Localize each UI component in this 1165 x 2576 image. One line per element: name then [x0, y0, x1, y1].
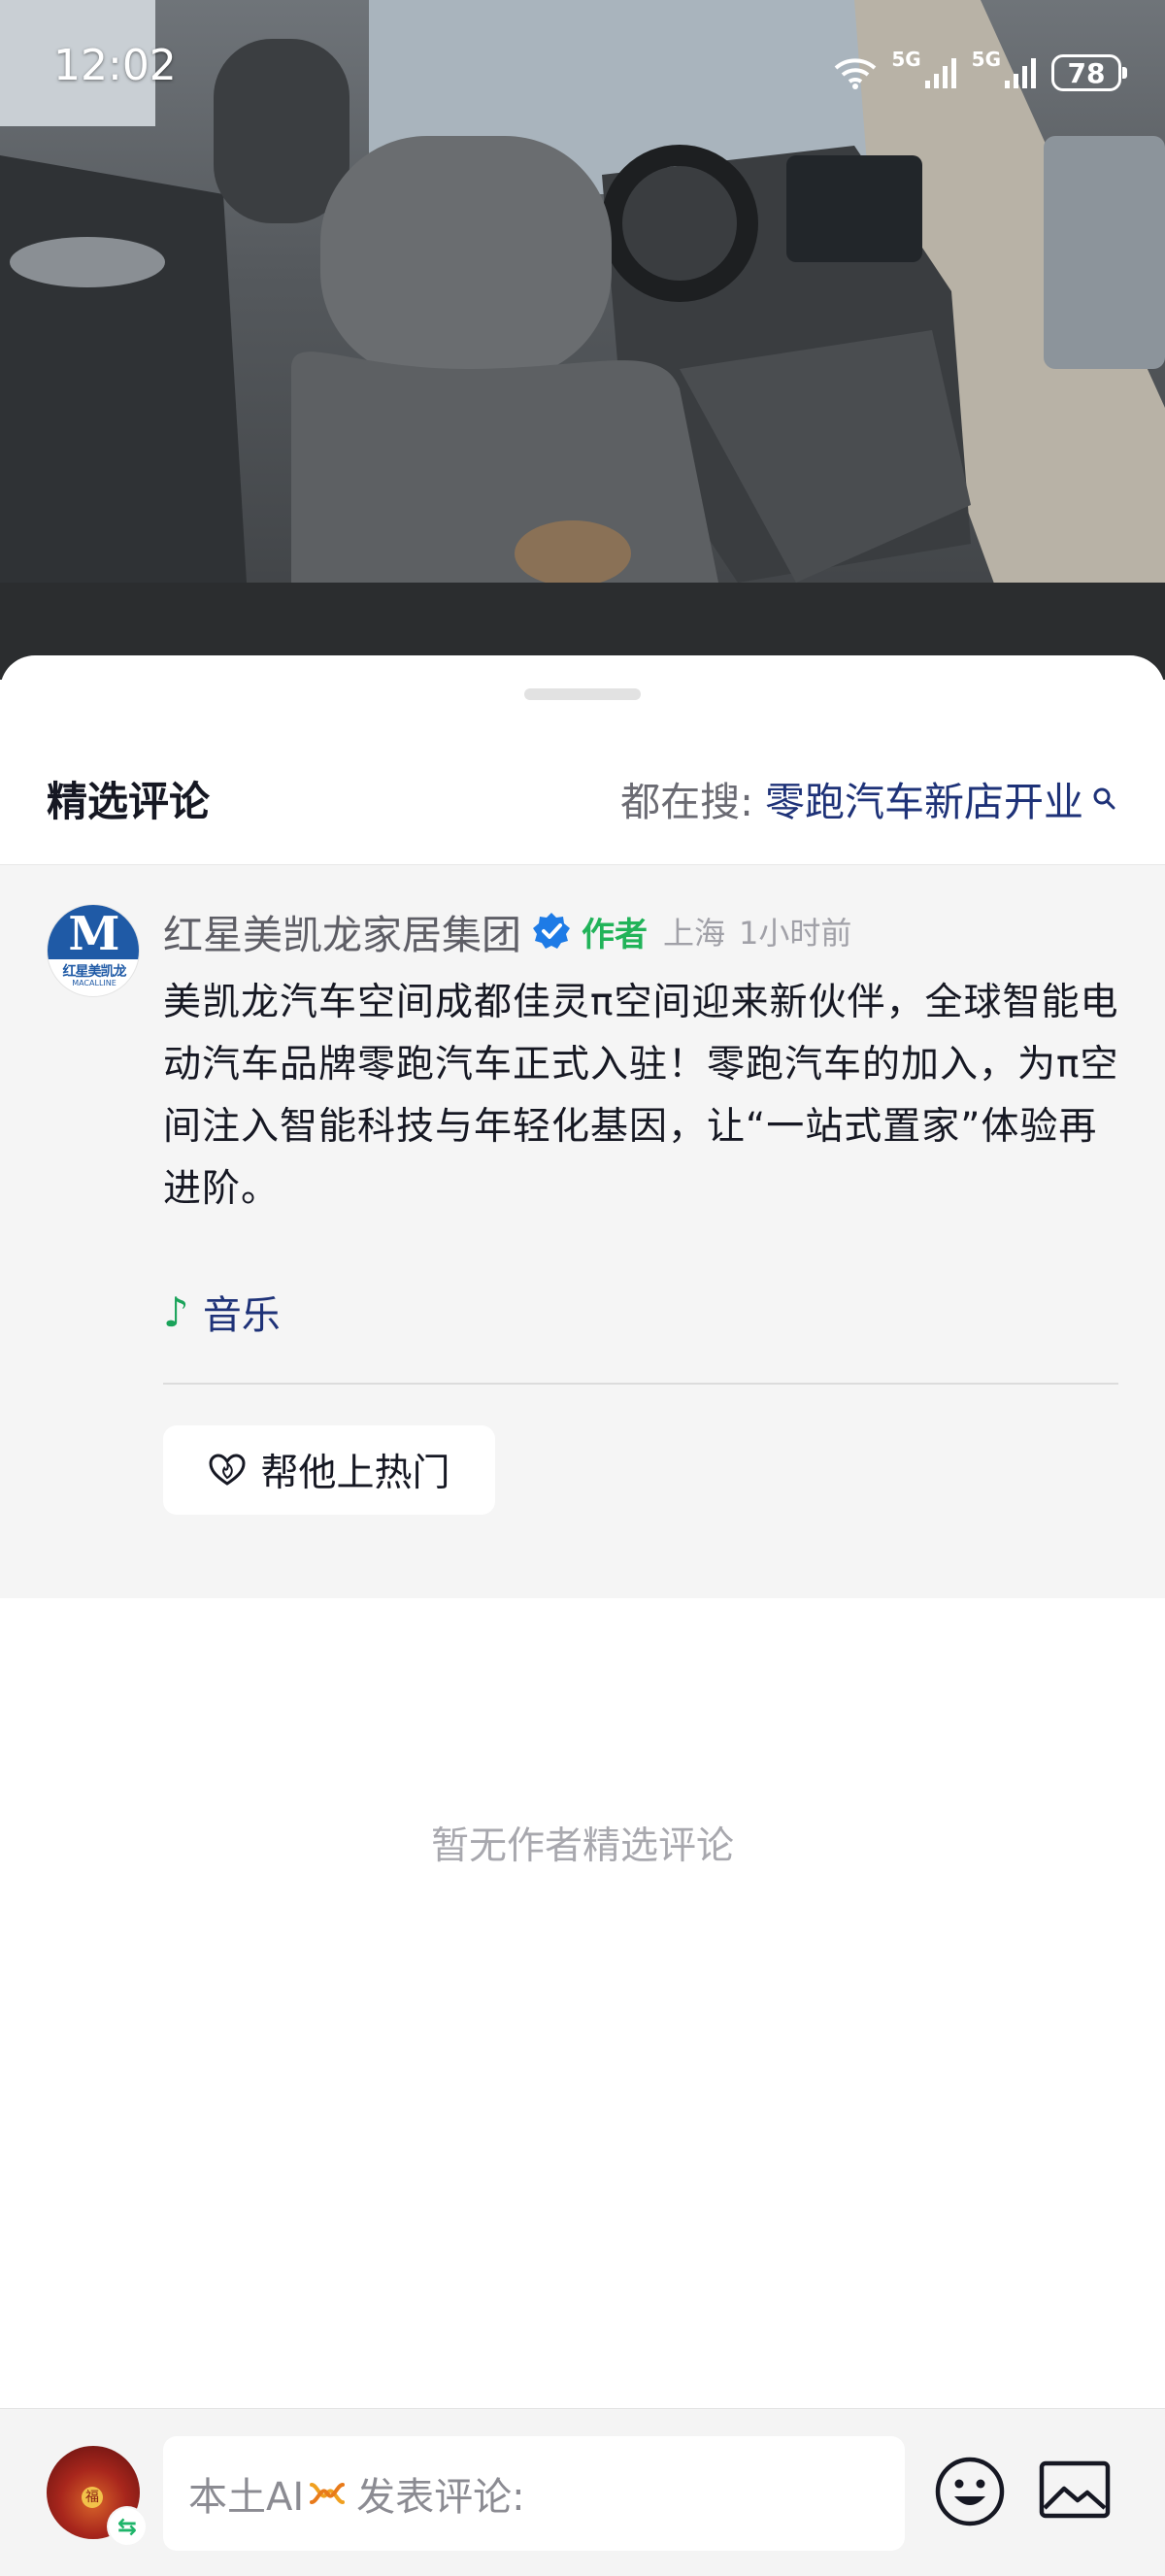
author-avatar[interactable]: M 红星美凯龙 MACALLINE [47, 904, 140, 997]
post-text: 美凯龙汽车空间成都佳灵π空间迎来新伙伴，全球智能电动汽车品牌零跑汽车正式入驻！零… [163, 981, 1119, 1211]
signal-icon-1 [924, 58, 956, 88]
comment-input-bar: 福 ⇆ 本土AI 发表评论: [0, 2408, 1165, 2576]
avatar-logo-text: 红星美凯龙 [62, 964, 127, 980]
boost-button[interactable]: 帮他上热门 [163, 1425, 495, 1515]
avatar-logo-letter: M [48, 905, 139, 961]
author-name[interactable]: 红星美凯龙家居集团 [163, 902, 521, 960]
search-icon [1093, 787, 1115, 810]
music-note-icon: ♪ [163, 1288, 189, 1336]
status-time: 12:02 [53, 41, 177, 90]
search-term: 零跑汽车新店开业 [765, 779, 1083, 825]
author-post: M 红星美凯龙 MACALLINE 红星美凯龙家居集团 作者 上海 1小时前 美… [0, 864, 1165, 1598]
sheet-title: 精选评论 [47, 778, 211, 825]
status-icons: 5G 5G 78 [833, 48, 1127, 97]
author-tag: 作者 [582, 915, 648, 954]
comment-placeholder: 发表评论: [356, 2475, 525, 2520]
image-icon [1039, 2460, 1111, 2519]
drag-handle[interactable] [524, 688, 641, 700]
post-location: 上海 [663, 915, 726, 952]
wifi-icon [834, 58, 877, 89]
user-avatar[interactable]: 福 ⇆ [47, 2446, 146, 2545]
battery-icon: 78 [1051, 54, 1127, 91]
search-prefix: 都在搜: [620, 779, 753, 825]
status-bar: 12:02 5G 5G 78 [0, 0, 1165, 146]
avatar-logo-subtext: MACALLINE [72, 979, 116, 987]
image-button[interactable] [1039, 2459, 1111, 2526]
comment-input[interactable]: 本土AI 发表评论: [163, 2436, 905, 2551]
music-link[interactable]: ♪ 音乐 [163, 1283, 281, 1341]
emoji-button[interactable] [934, 2456, 1006, 2531]
post-meta: 红星美凯龙家居集团 作者 上海 1小时前 [163, 902, 851, 960]
comments-sheet: 精选评论 都在搜: 零跑汽车新店开业 M 红星美凯龙 MACALLINE 红星美… [0, 655, 1165, 2576]
ai-logo-icon [308, 2479, 347, 2508]
fortune-badge-icon: 福 [82, 2487, 103, 2508]
battery-level: 78 [1067, 56, 1106, 89]
music-label: 音乐 [202, 1293, 281, 1338]
trending-search-link[interactable]: 都在搜: 零跑汽车新店开业 [620, 769, 1116, 827]
network-type-2: 5G [971, 48, 1001, 71]
empty-state-text: 暂无作者精选评论 [430, 1824, 734, 1868]
divider [163, 1383, 1118, 1385]
heart-fire-icon [209, 1454, 246, 1486]
switch-account-icon[interactable]: ⇆ [109, 2508, 146, 2545]
network-type-1: 5G [891, 48, 921, 71]
signal-icon-2 [1005, 58, 1036, 88]
ai-label: 本土AI [188, 2475, 305, 2520]
emoji-icon [935, 2457, 1005, 2526]
post-time: 1小时前 [739, 915, 852, 952]
verified-icon [531, 911, 572, 952]
sheet-header: 精选评论 都在搜: 零跑汽车新店开业 [0, 748, 1165, 864]
boost-label: 帮他上热门 [260, 1452, 450, 1495]
